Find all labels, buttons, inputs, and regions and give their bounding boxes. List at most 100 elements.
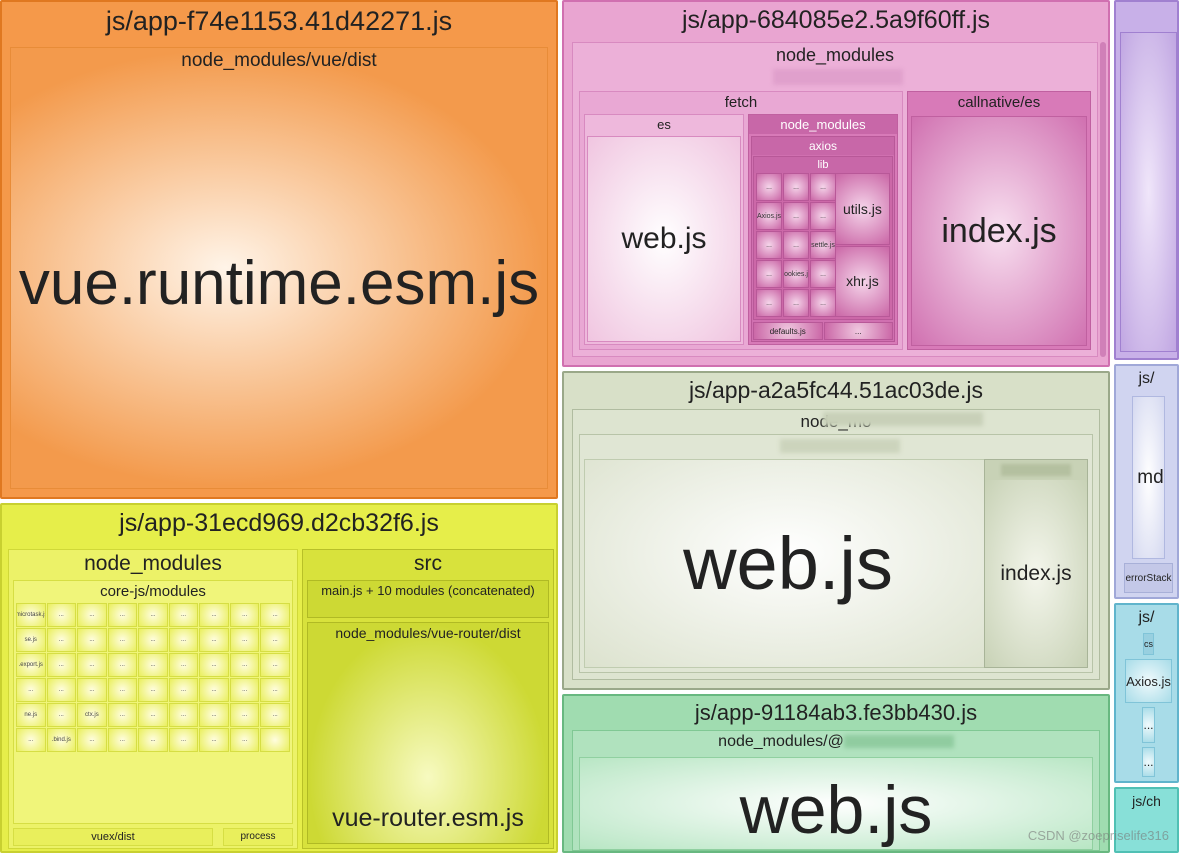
file-cell[interactable]: ... <box>47 628 77 652</box>
file-index-js[interactable]: index.js <box>911 116 1087 346</box>
file-cell[interactable]: ... <box>77 678 107 702</box>
file-block[interactable]: cs <box>1143 633 1154 655</box>
scrollbar[interactable] <box>1100 42 1106 357</box>
file-cell[interactable]: settle.js <box>810 231 836 259</box>
file-cell[interactable]: ... <box>199 728 229 752</box>
file-web-js[interactable]: web.js <box>584 459 992 668</box>
file-cell[interactable]: ... <box>824 322 894 340</box>
file-cell[interactable]: ... <box>108 603 138 627</box>
file-cell[interactable]: ... <box>169 653 199 677</box>
file-cell[interactable]: utils.js <box>835 173 890 245</box>
file-cell[interactable]: ... <box>108 703 138 727</box>
file-cell[interactable]: ... <box>756 231 782 259</box>
file-cell[interactable]: ctx.js <box>77 703 107 727</box>
group-node-modules[interactable]: node_modules/@ web.js <box>572 730 1100 851</box>
file-block[interactable]: ... <box>1142 747 1154 777</box>
file-cell[interactable]: ... <box>77 653 107 677</box>
file-cell[interactable]: ... <box>260 653 290 677</box>
file-cell[interactable]: ... <box>138 703 168 727</box>
file-cell[interactable]: ne.js <box>16 703 46 727</box>
group-nested-node-modules[interactable]: node_modules axios lib .........Axios.js… <box>748 114 898 345</box>
file-cell[interactable]: ... <box>756 260 782 288</box>
file-md[interactable]: md <box>1132 396 1164 559</box>
file-cell[interactable]: ... <box>138 653 168 677</box>
file-cell[interactable]: ... <box>108 628 138 652</box>
file-cell[interactable]: ... <box>108 678 138 702</box>
file-cell[interactable]: ... <box>47 603 77 627</box>
file-cell[interactable]: ... <box>199 653 229 677</box>
file-cell[interactable]: ... <box>199 703 229 727</box>
file-cell[interactable]: ... <box>756 173 782 201</box>
bundle-pink[interactable]: js/app-684085e2.5a9f60ff.js node_modules… <box>562 0 1110 367</box>
file-cell[interactable]: ... <box>169 603 199 627</box>
file-cell[interactable]: ... <box>810 260 836 288</box>
file-web-js[interactable]: web.js <box>579 757 1093 850</box>
group-inner[interactable]: web.js index.js <box>579 434 1093 673</box>
group-es[interactable]: es web.js <box>584 114 744 345</box>
file-cell[interactable]: ... <box>783 231 809 259</box>
file-cell[interactable]: ... <box>756 289 782 317</box>
file-cell[interactable]: ... <box>783 202 809 230</box>
group-axios[interactable]: axios lib .........Axios.js............s… <box>751 136 895 342</box>
group-node-modules[interactable]: node_modules fetch es web.js node_module… <box>572 42 1098 357</box>
file-cell[interactable]: ... <box>47 678 77 702</box>
group-vue-dist[interactable]: node_modules/vue/dist vue.runtime.esm.js <box>10 47 548 489</box>
file-block[interactable] <box>1120 32 1177 352</box>
bundle-purple[interactable] <box>1114 0 1179 360</box>
file-cell[interactable]: ... <box>16 728 46 752</box>
file-cell[interactable]: ... <box>199 628 229 652</box>
bundle-cyan[interactable]: js/ cs Axios.js ... ... <box>1114 603 1179 783</box>
group-src[interactable]: src main.js + 10 modules (concatenated) … <box>302 549 554 849</box>
file-cell[interactable]: ... <box>169 678 199 702</box>
file-cell[interactable]: ... <box>260 603 290 627</box>
file-cell[interactable]: ... <box>47 653 77 677</box>
file-cell[interactable]: ... <box>138 628 168 652</box>
group-vuex[interactable]: vuex/dist <box>13 828 213 846</box>
file-cell[interactable]: ... <box>169 703 199 727</box>
file-cell[interactable]: ... <box>230 703 260 727</box>
file-cell[interactable]: ... <box>47 703 77 727</box>
file-cell[interactable]: ... <box>108 653 138 677</box>
file-cell[interactable]: ... <box>230 678 260 702</box>
file-cell[interactable]: ... <box>169 728 199 752</box>
group-node-modules[interactable]: node_modules core-js/modules .microtask.… <box>8 549 298 849</box>
file-cell[interactable]: ... <box>199 678 229 702</box>
file-cell[interactable]: Axios.js <box>756 202 782 230</box>
file-block[interactable]: ... <box>1142 707 1154 743</box>
file-cell[interactable]: ... <box>138 603 168 627</box>
bundle-teal[interactable]: js/ch <box>1114 787 1179 853</box>
bundle-yellow[interactable]: js/app-31ecd969.d2cb32f6.js node_modules… <box>0 503 558 853</box>
file-cell[interactable]: ... <box>260 628 290 652</box>
group-axios-lib[interactable]: lib .........Axios.js............settle.… <box>753 156 893 320</box>
file-cell[interactable]: se.js <box>16 628 46 652</box>
bundle-lavender[interactable]: js/ md errorStack <box>1114 364 1179 599</box>
bundle-olive[interactable]: js/app-a2a5fc44.51ac03de.js node_mo web.… <box>562 371 1110 690</box>
file-cell[interactable]: ... <box>77 603 107 627</box>
group-index[interactable]: index.js <box>984 459 1088 668</box>
file-cell[interactable]: ... <box>810 289 836 317</box>
file-cell[interactable]: ... <box>783 289 809 317</box>
file-cell[interactable]: ... <box>138 678 168 702</box>
group-core-js[interactable]: core-js/modules .microtask.js...........… <box>13 580 293 824</box>
file-cell[interactable]: ... <box>810 173 836 201</box>
file-cell[interactable]: ... <box>230 728 260 752</box>
group-fetch[interactable]: fetch es web.js node_modules axios lib .… <box>579 91 903 350</box>
group-vue-router[interactable]: node_modules/vue-router/dist vue-router.… <box>307 622 549 844</box>
file-cell[interactable]: ... <box>783 173 809 201</box>
file-cell[interactable]: ... <box>810 202 836 230</box>
file-cell[interactable]: ... <box>230 653 260 677</box>
file-cell[interactable]: ... <box>260 678 290 702</box>
file-index-js[interactable]: index.js <box>985 480 1087 667</box>
file-cell[interactable]: ... <box>260 703 290 727</box>
file-main-concat[interactable]: main.js + 10 modules (concatenated) <box>307 580 549 618</box>
file-cell[interactable]: ... <box>16 678 46 702</box>
file-cell[interactable]: ... <box>108 728 138 752</box>
file-errorstack[interactable]: errorStack <box>1124 563 1172 593</box>
file-cell[interactable]: ... <box>199 603 229 627</box>
group-process[interactable]: process <box>223 828 293 846</box>
file-cell[interactable] <box>260 728 290 752</box>
file-cell[interactable]: ... <box>77 628 107 652</box>
file-cell[interactable]: defaults.js <box>753 322 823 340</box>
file-cell[interactable]: xhr.js <box>835 246 890 318</box>
file-cell[interactable]: ... <box>138 728 168 752</box>
